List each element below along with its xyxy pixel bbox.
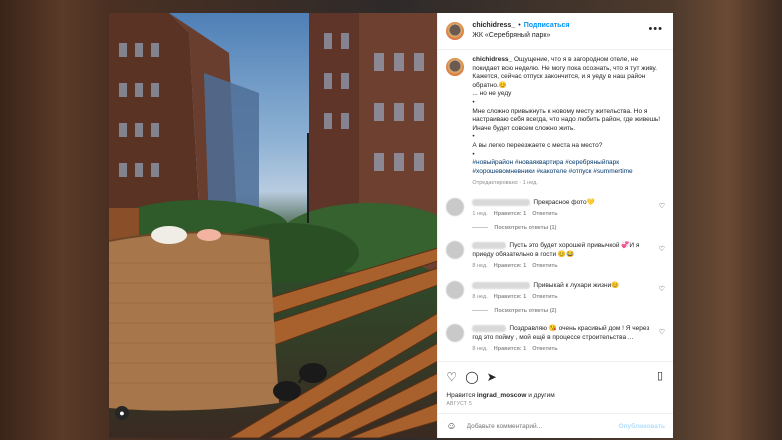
- comment-item: Прекрасное фото💛 1 нед. Нравится: 1 Ответи…: [446, 197, 665, 219]
- comment-time: 8 нед.: [472, 345, 488, 352]
- comments-scroll-area[interactable]: chichidress_ Ощущение, что я в загородно…: [438, 50, 673, 361]
- caption-line: •: [472, 150, 475, 158]
- photo-illustration: [109, 13, 438, 438]
- reply-button[interactable]: Ответить: [532, 263, 557, 269]
- view-replies-button[interactable]: Посмотреть ответы (2): [472, 308, 665, 314]
- post-photo[interactable]: ●: [109, 13, 438, 438]
- comment-likes[interactable]: Нравится: 1: [494, 294, 526, 300]
- comment-likes[interactable]: Нравится: 1: [494, 346, 526, 352]
- comment-like-heart-icon[interactable]: ♡: [659, 285, 665, 293]
- tagged-user-icon[interactable]: ●: [115, 406, 129, 420]
- comment-composer: ☺ Опубликовать: [438, 413, 673, 438]
- view-replies-button[interactable]: Посмотреть ответы (1): [472, 225, 665, 231]
- caption-hashtags[interactable]: #новыйрайон #новаяквартира #серебряныйпа…: [472, 159, 662, 176]
- comment-item: Пусть это будет хорошей привычкой 💞И я п…: [446, 240, 665, 271]
- like-heart-icon[interactable]: ♡: [446, 370, 457, 384]
- reply-button[interactable]: Ответить: [532, 211, 557, 217]
- post-date[interactable]: АВГУСТ 5: [438, 399, 673, 413]
- publish-button[interactable]: Опубликовать: [619, 423, 665, 430]
- comment-like-heart-icon[interactable]: ♡: [659, 328, 665, 336]
- share-send-icon[interactable]: ➤: [487, 370, 497, 384]
- commenter-name-blurred[interactable]: [472, 281, 531, 289]
- post-location[interactable]: ЖК «Серебряный парк»: [472, 31, 569, 41]
- post-modal: ● chichidress_ • Подписаться ЖК «Серебряны…: [109, 13, 673, 438]
- post-side-panel: chichidress_ • Подписаться ЖК «Серебряный …: [437, 13, 673, 438]
- liked-by-user[interactable]: ingrad_moscow: [477, 392, 526, 399]
- comment-item: Привыкай к лухари жизни😊 8 нед. Нравится:…: [446, 280, 665, 302]
- comment-text: Привыкай к лухари жизни😊: [533, 281, 620, 289]
- follow-button[interactable]: Подписаться: [524, 22, 570, 29]
- post-caption: chichidress_ Ощущение, что я в загородно…: [446, 56, 665, 188]
- caption-line: Мне сложно привыкнуть к новому месту жит…: [472, 107, 661, 132]
- comment-likes[interactable]: Нравится: 1: [494, 211, 526, 217]
- comment-input[interactable]: [464, 421, 609, 431]
- commenter-name-blurred[interactable]: [472, 198, 531, 206]
- caption-meta: Отредактировано · 1 нед.: [472, 180, 538, 187]
- commenter-avatar[interactable]: [446, 280, 465, 299]
- comment-bubble-icon[interactable]: ◯: [465, 370, 478, 384]
- commenter-name-blurred[interactable]: [472, 241, 507, 249]
- author-username[interactable]: chichidress_: [472, 22, 515, 29]
- caption-line: •: [472, 133, 475, 141]
- post-actions: ♡ ◯ ➤ ▯: [438, 361, 673, 392]
- caption-username[interactable]: chichidress_: [472, 56, 512, 63]
- emoji-icon[interactable]: ☺: [446, 421, 456, 432]
- liked-by: Нравится ingrad_moscow и другим: [446, 392, 555, 399]
- comment-time: 8 нед.: [472, 293, 488, 300]
- commenter-name-blurred[interactable]: [472, 324, 507, 332]
- caption-line: •: [472, 98, 475, 106]
- comment-like-heart-icon[interactable]: ♡: [659, 202, 665, 210]
- comment-like-heart-icon[interactable]: ♡: [659, 245, 665, 253]
- comment-time: 1 нед.: [472, 210, 488, 217]
- commenter-avatar[interactable]: [446, 323, 465, 342]
- comment-likes[interactable]: Нравится: 1: [494, 263, 526, 269]
- save-bookmark-icon[interactable]: ▯: [657, 369, 663, 382]
- caption-author-avatar[interactable]: [446, 58, 465, 76]
- author-avatar[interactable]: [446, 22, 465, 40]
- caption-line: ... но не уеду: [472, 90, 512, 98]
- commenter-avatar[interactable]: [446, 240, 465, 259]
- comment-item: Поздравляю 😘 очень красивый дом ! Я чере…: [446, 323, 665, 354]
- comment-text: Прекрасное фото💛: [533, 198, 595, 206]
- commenter-avatar[interactable]: [446, 197, 465, 216]
- caption-line: А вы легко переезжаете с места на место?: [472, 141, 603, 149]
- comment-time: 8 нед.: [472, 262, 488, 269]
- more-dots-icon[interactable]: •••: [648, 23, 663, 35]
- reply-button[interactable]: Ответить: [532, 294, 557, 300]
- reply-button[interactable]: Ответить: [532, 346, 557, 352]
- post-header: chichidress_ • Подписаться ЖК «Серебряный …: [438, 13, 673, 50]
